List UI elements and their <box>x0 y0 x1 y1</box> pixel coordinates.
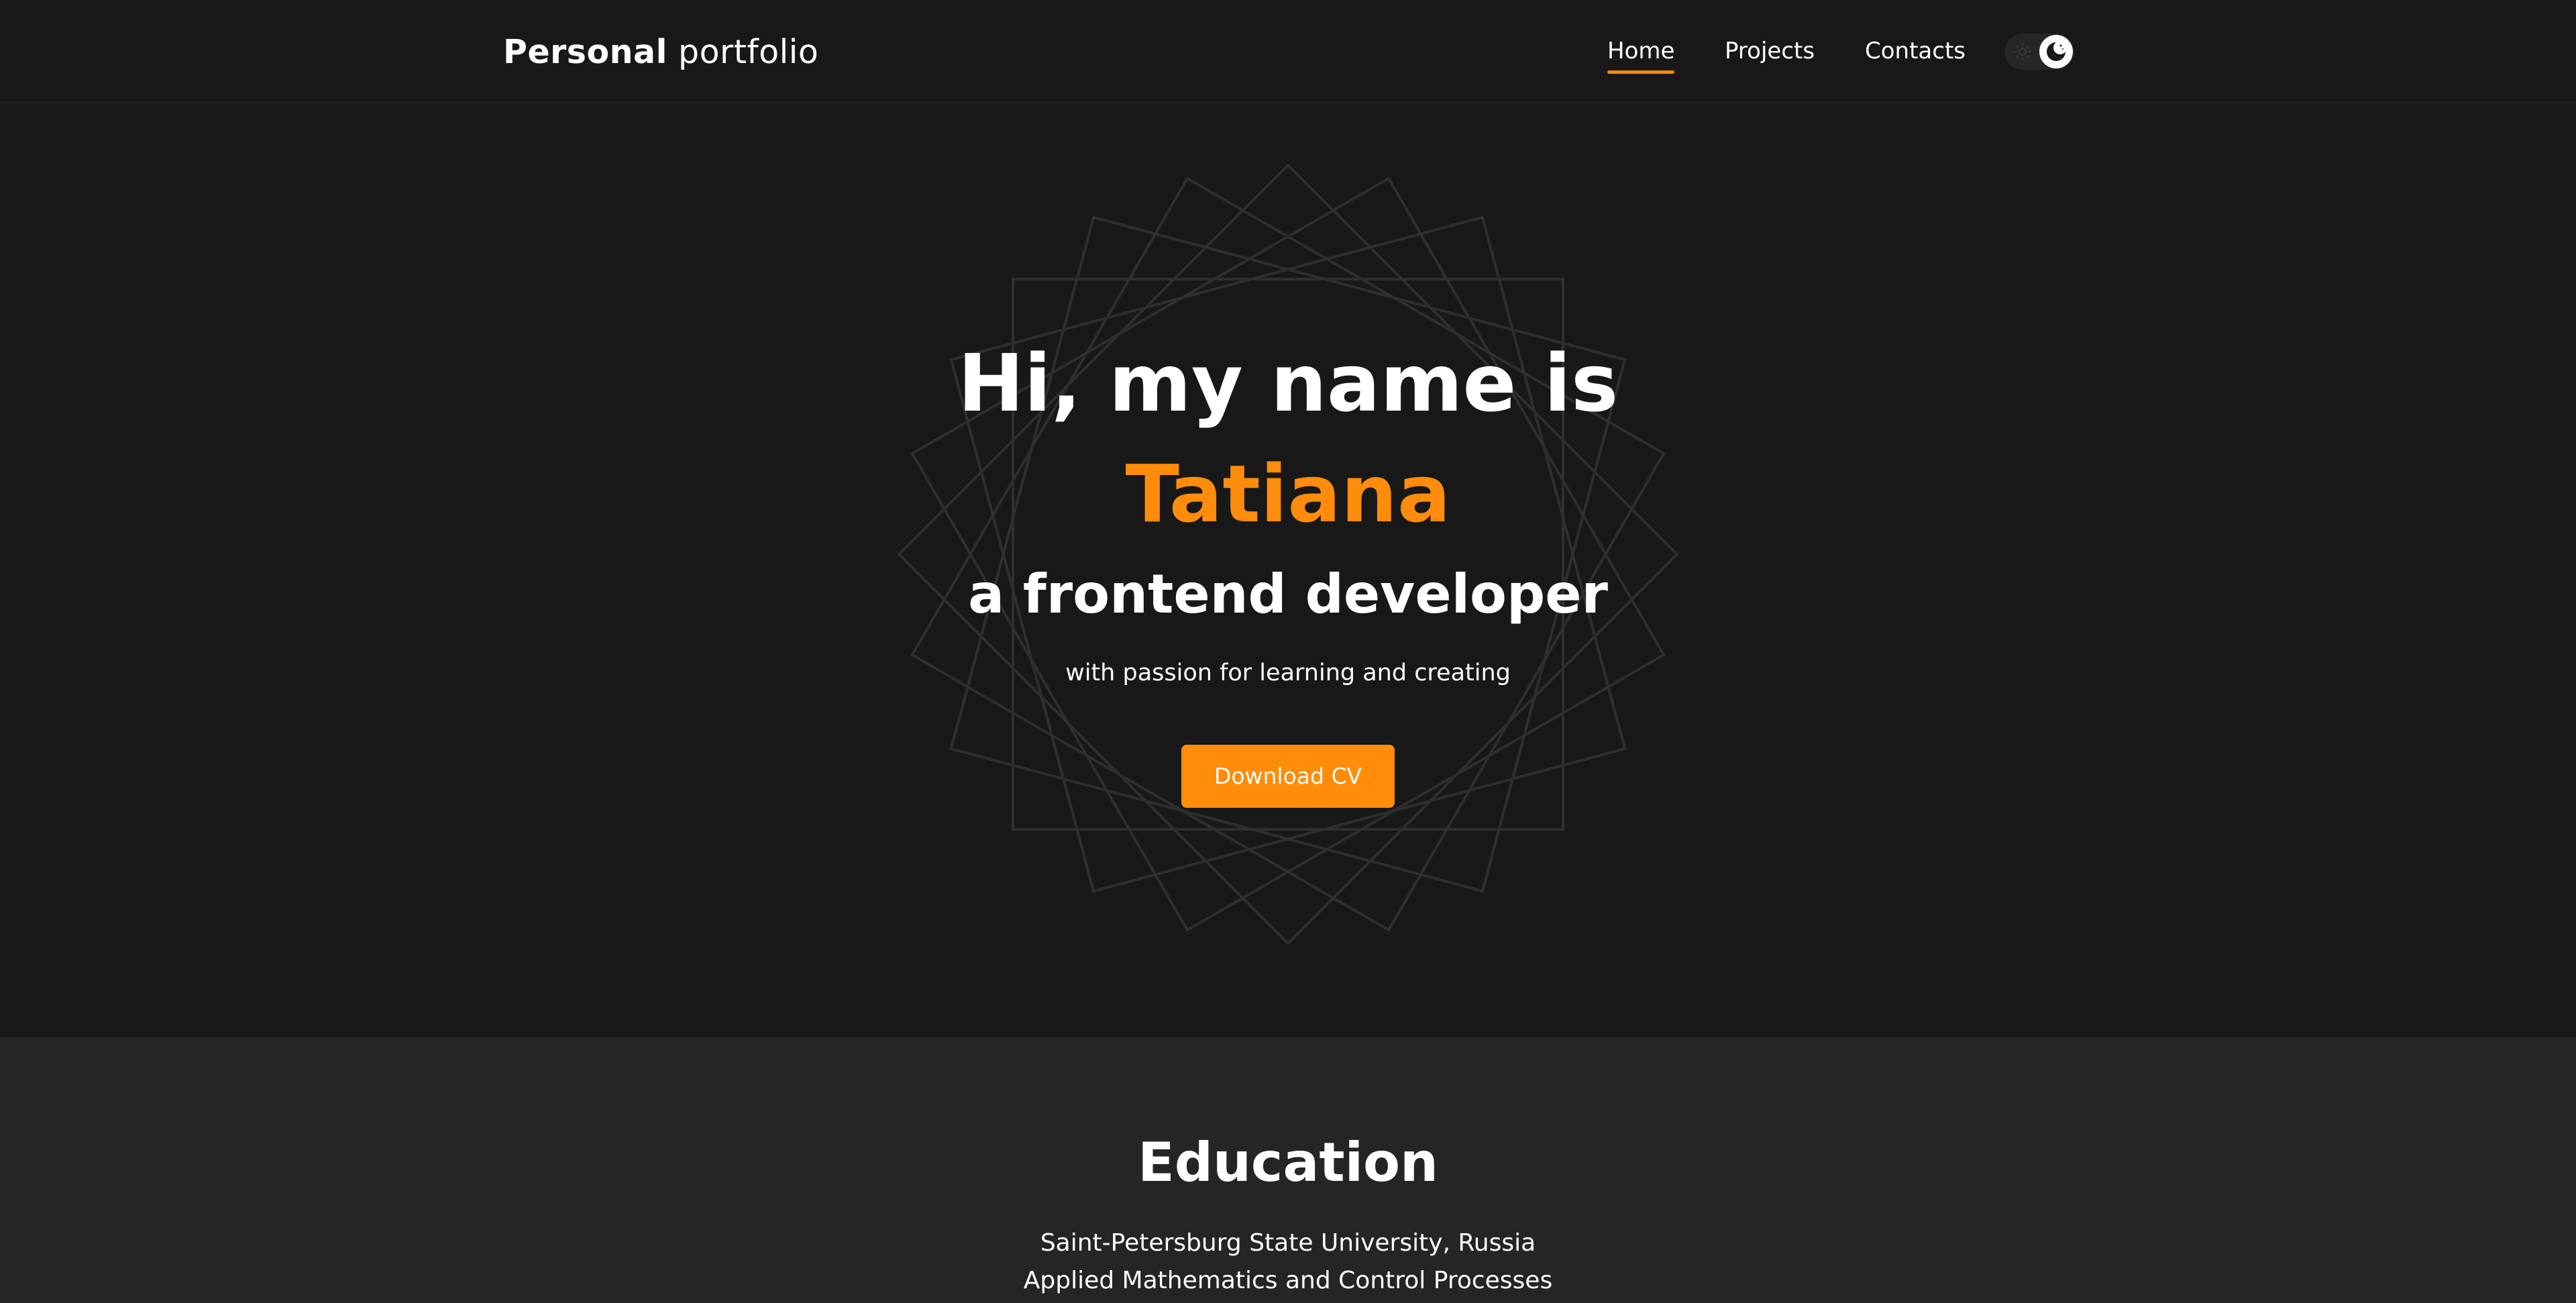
hero-role: a frontend developer <box>968 563 1608 625</box>
hero-name: Tatiana <box>1125 448 1451 540</box>
decorative-square <box>897 163 1679 945</box>
site-header: Personal portfolio Home Projects Contact… <box>0 0 2576 103</box>
education-title: Education <box>1138 1131 1438 1194</box>
download-cv-button[interactable]: Download CV <box>1181 745 1395 808</box>
education-university: Saint-Petersburg State University, Russi… <box>1040 1229 1536 1257</box>
nav-link-home[interactable]: Home <box>1607 35 1675 74</box>
hero-section: Hi, my name is Tatiana a frontend develo… <box>0 105 2576 1037</box>
moon-icon <box>2047 41 2067 61</box>
sun-icon <box>2014 43 2031 60</box>
decorative-square <box>910 176 1666 932</box>
main-nav: Home Projects Contacts <box>0 35 2576 75</box>
theme-toggle-knob <box>2039 35 2073 68</box>
hero-greeting: Hi, my name is <box>957 337 1619 429</box>
theme-toggle[interactable] <box>2004 34 2074 70</box>
page: Personal portfolio Home Projects Contact… <box>0 0 2576 1303</box>
education-section: Education Saint-Petersburg State Univers… <box>0 1037 2576 1303</box>
nav-link-contacts[interactable]: Contacts <box>1865 35 1966 67</box>
nav-link-projects[interactable]: Projects <box>1725 35 1815 67</box>
decorative-square <box>910 176 1666 932</box>
education-program: Applied Mathematics and Control Processe… <box>1023 1267 1553 1294</box>
hero-tagline: with passion for learning and creating <box>1065 660 1511 686</box>
